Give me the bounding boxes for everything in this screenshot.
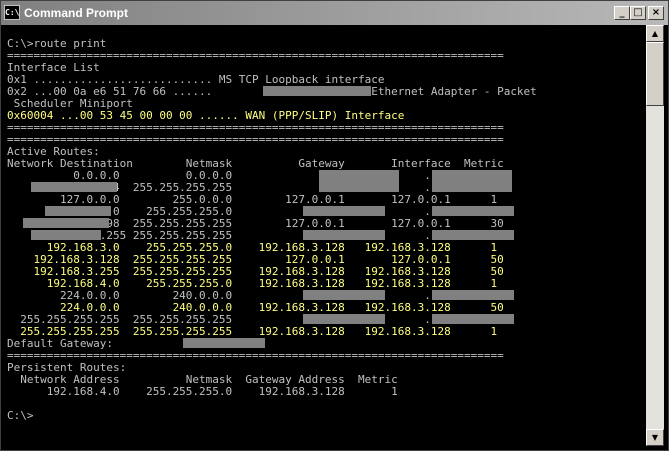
- redacted-interface: [432, 206, 514, 216]
- redacted-gateway: [319, 170, 399, 192]
- redacted-interface: [432, 170, 512, 192]
- redacted-gateway: [303, 314, 385, 324]
- scroll-up-arrow-icon[interactable]: ▲: [646, 25, 664, 42]
- redacted-gateway: [303, 290, 385, 300]
- command-prompt-window: C:\ Command Prompt _ □ × C:\>route print…: [0, 0, 669, 451]
- redacted-interface: [432, 230, 514, 240]
- redacted-interface: [432, 290, 514, 300]
- title-bar[interactable]: C:\ Command Prompt _ □ ×: [1, 1, 668, 25]
- vertical-scrollbar[interactable]: ▲ ▼: [646, 25, 664, 446]
- minimize-button[interactable]: _: [614, 6, 630, 20]
- close-button[interactable]: ×: [648, 6, 664, 20]
- redacted-gateway: [303, 206, 385, 216]
- redacted-interface: [432, 314, 514, 324]
- scroll-down-arrow-icon[interactable]: ▼: [646, 429, 664, 446]
- scroll-thumb[interactable]: [646, 42, 664, 106]
- redacted-ip: [23, 218, 109, 228]
- redacted-ip: [31, 230, 101, 240]
- redacted-gateway: [303, 230, 385, 240]
- command-prompt-icon[interactable]: C:\: [4, 5, 20, 20]
- window-title: Command Prompt: [24, 6, 129, 20]
- maximize-button[interactable]: □: [630, 6, 646, 20]
- console-output[interactable]: C:\>route print =========================…: [5, 31, 646, 446]
- redacted-ip: [31, 182, 117, 192]
- console-line: C:\>: [7, 409, 34, 422]
- redacted-ip: [45, 206, 111, 216]
- redacted-mac-name: [263, 86, 371, 96]
- redacted-default-gateway: [183, 338, 265, 348]
- console-line: 192.168.4.0 255.255.255.0 192.168.3.128 …: [7, 385, 398, 398]
